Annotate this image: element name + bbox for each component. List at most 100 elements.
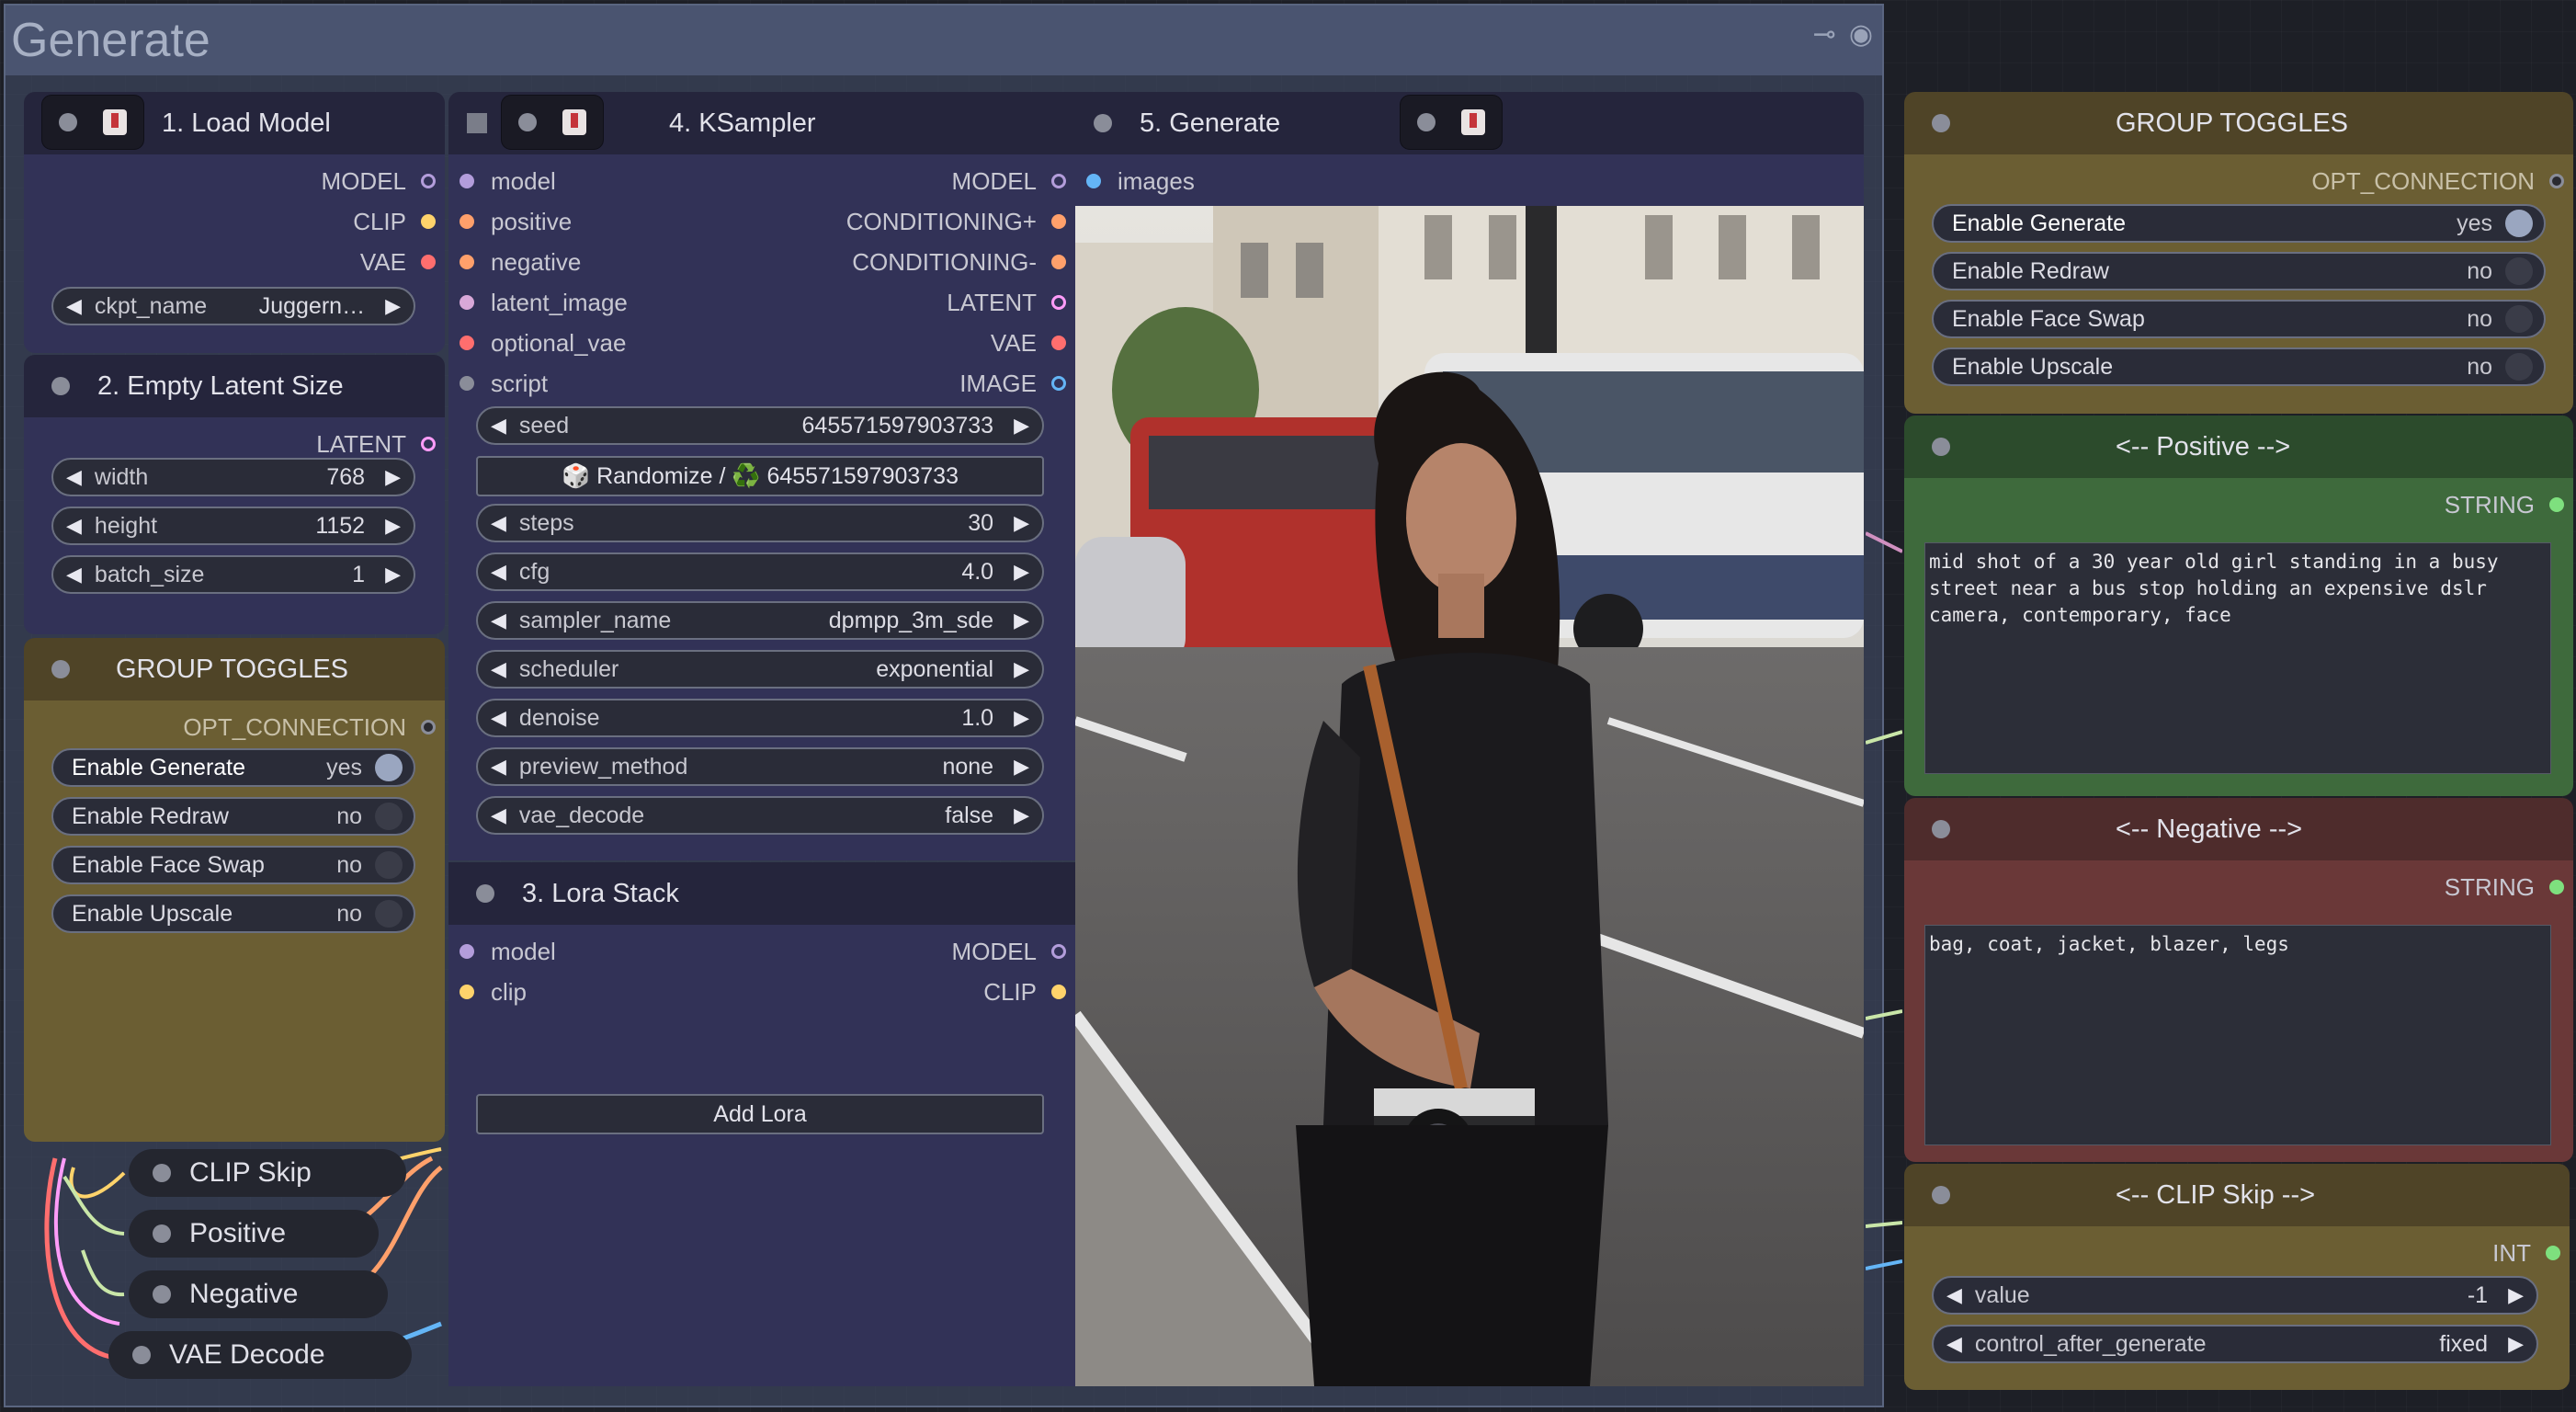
collapse-dot-icon[interactable]: [1932, 1186, 1950, 1204]
toggle-knob-icon[interactable]: [2505, 305, 2533, 333]
arrow-left-icon[interactable]: ◀: [1946, 1332, 1962, 1356]
slot-dot[interactable]: [460, 336, 474, 350]
output-opt-connection[interactable]: OPT_CONNECTION: [183, 712, 436, 743]
square-dot-icon[interactable]: [467, 113, 487, 133]
arrow-right-icon[interactable]: ▶: [385, 563, 401, 586]
eye-icon[interactable]: ◉: [1849, 18, 1873, 51]
slot-dot[interactable]: [1086, 174, 1101, 188]
node-badge-generate[interactable]: [1401, 96, 1502, 149]
slot-dot[interactable]: [460, 174, 474, 188]
arrow-right-icon[interactable]: ▶: [1014, 803, 1029, 827]
arrow-right-icon[interactable]: ▶: [1014, 657, 1029, 681]
node-badge-ksampler[interactable]: [502, 96, 603, 149]
arrow-left-icon[interactable]: ◀: [491, 511, 506, 535]
node-group-toggles-right[interactable]: GROUP TOGGLES OPT_CONNECTION Enable Gene…: [1904, 92, 2573, 414]
negative-prompt-textarea[interactable]: bag, coat, jacket, blazer, legs: [1924, 925, 2551, 1145]
node-header[interactable]: GROUP TOGGLES: [24, 638, 445, 700]
node-header[interactable]: 2. Empty Latent Size: [24, 355, 445, 417]
toggle-knob-icon[interactable]: [2505, 210, 2533, 237]
slot-dot[interactable]: [1051, 174, 1066, 188]
collapsed-node-negative[interactable]: Negative: [129, 1270, 388, 1318]
arrow-right-icon[interactable]: ▶: [1014, 609, 1029, 632]
bookmark-icon[interactable]: [103, 109, 127, 135]
collapse-dot-icon[interactable]: [1417, 113, 1436, 131]
output-vae[interactable]: VAE: [991, 327, 1066, 359]
toggle-knob-icon[interactable]: [375, 851, 403, 879]
toggle-enable-face-swap[interactable]: Enable Face Swap no: [51, 846, 415, 884]
toggle-enable-redraw[interactable]: Enable Redraw no: [1932, 252, 2546, 290]
bookmark-icon[interactable]: [562, 109, 586, 135]
output-string[interactable]: STRING: [2445, 871, 2564, 903]
output-vae[interactable]: VAE: [360, 246, 436, 278]
arrow-right-icon[interactable]: ▶: [385, 294, 401, 318]
toggle-enable-face-swap[interactable]: Enable Face Swap no: [1932, 300, 2546, 338]
input-script[interactable]: script: [460, 368, 548, 399]
slot-dot[interactable]: [460, 214, 474, 229]
toggle-knob-icon[interactable]: [2505, 353, 2533, 381]
node-generate[interactable]: 5. Generate images: [1075, 92, 1864, 1386]
slot-dot[interactable]: [460, 255, 474, 269]
collapse-dot-icon[interactable]: [476, 884, 494, 903]
slot-dot[interactable]: [1051, 944, 1066, 959]
collapse-dot-icon[interactable]: [1094, 114, 1112, 132]
output-conditioning-neg[interactable]: CONDITIONING-: [852, 246, 1066, 278]
output-opt-connection[interactable]: OPT_CONNECTION: [2311, 165, 2564, 197]
output-string[interactable]: STRING: [2445, 489, 2564, 520]
slot-dot[interactable]: [421, 174, 436, 188]
arrow-right-icon[interactable]: ▶: [2508, 1283, 2524, 1307]
output-latent[interactable]: LATENT: [947, 287, 1066, 318]
steps-widget[interactable]: ◀ steps 30 ▶: [476, 504, 1044, 542]
input-model[interactable]: model: [460, 936, 556, 967]
output-int[interactable]: INT: [2492, 1237, 2560, 1269]
ckpt-name-combo[interactable]: ◀ ckpt_name Juggern… ▶: [51, 287, 415, 325]
toggle-knob-icon[interactable]: [375, 754, 403, 781]
cfg-widget[interactable]: ◀ cfg 4.0 ▶: [476, 552, 1044, 591]
control-after-generate-widget[interactable]: ◀ control_after_generate fixed ▶: [1932, 1325, 2538, 1363]
slot-dot[interactable]: [1051, 214, 1066, 229]
collapse-dot-icon[interactable]: [59, 113, 77, 131]
collapsed-node-vae-decode[interactable]: VAE Decode: [108, 1331, 412, 1379]
arrow-left-icon[interactable]: ◀: [66, 563, 82, 586]
collapse-dot-icon[interactable]: [51, 377, 70, 395]
slot-dot[interactable]: [460, 944, 474, 959]
randomize-button[interactable]: 🎲 Randomize / ♻️ 645571597903733: [476, 456, 1044, 496]
collapse-dot-icon[interactable]: [153, 1164, 171, 1182]
batch-size-widget[interactable]: ◀ batch_size 1 ▶: [51, 555, 415, 594]
seed-widget[interactable]: ◀ seed 645571597903733 ▶: [476, 406, 1044, 445]
bookmark-icon[interactable]: [1461, 109, 1485, 135]
slot-dot[interactable]: [460, 376, 474, 391]
output-image[interactable]: IMAGE: [959, 368, 1066, 399]
slot-dot[interactable]: [421, 255, 436, 269]
arrow-left-icon[interactable]: ◀: [491, 609, 506, 632]
output-latent[interactable]: LATENT: [316, 428, 436, 460]
arrow-left-icon[interactable]: ◀: [66, 465, 82, 489]
arrow-left-icon[interactable]: ◀: [66, 294, 82, 318]
output-clip[interactable]: CLIP: [983, 976, 1066, 1008]
node-badge-load-model[interactable]: [42, 96, 143, 149]
input-negative[interactable]: negative: [460, 246, 581, 278]
collapse-dot-icon[interactable]: [153, 1285, 171, 1304]
collapse-dot-icon[interactable]: [1932, 438, 1950, 456]
collapse-dot-icon[interactable]: [1932, 820, 1950, 838]
clip-skip-value-widget[interactable]: ◀ value -1 ▶: [1932, 1276, 2538, 1315]
toggle-knob-icon[interactable]: [2505, 257, 2533, 285]
scheduler-widget[interactable]: ◀ scheduler exponential ▶: [476, 650, 1044, 689]
node-header[interactable]: <-- Negative -->: [1904, 798, 2573, 860]
arrow-right-icon[interactable]: ▶: [1014, 511, 1029, 535]
node-header[interactable]: <-- CLIP Skip -->: [1904, 1164, 2570, 1226]
toggle-knob-icon[interactable]: [375, 900, 403, 928]
arrow-right-icon[interactable]: ▶: [385, 514, 401, 538]
arrow-right-icon[interactable]: ▶: [1014, 414, 1029, 438]
positive-prompt-textarea[interactable]: mid shot of a 30 year old girl standing …: [1924, 542, 2551, 774]
node-header[interactable]: <-- Positive -->: [1904, 416, 2573, 478]
sampler-name-widget[interactable]: ◀ sampler_name dpmpp_3m_sde ▶: [476, 601, 1044, 640]
input-images[interactable]: images: [1086, 165, 1195, 197]
node-empty-latent[interactable]: 2. Empty Latent Size LATENT ◀ width 768 …: [24, 355, 445, 634]
output-clip[interactable]: CLIP: [353, 206, 436, 237]
arrow-left-icon[interactable]: ◀: [1946, 1283, 1962, 1307]
toggle-knob-icon[interactable]: [375, 803, 403, 830]
node-negative[interactable]: <-- Negative --> STRING bag, coat, jacke…: [1904, 798, 2573, 1162]
collapsed-node-clip-skip[interactable]: CLIP Skip: [129, 1149, 406, 1197]
collapse-dot-icon[interactable]: [132, 1346, 151, 1364]
collapse-dot-icon[interactable]: [1932, 114, 1950, 132]
